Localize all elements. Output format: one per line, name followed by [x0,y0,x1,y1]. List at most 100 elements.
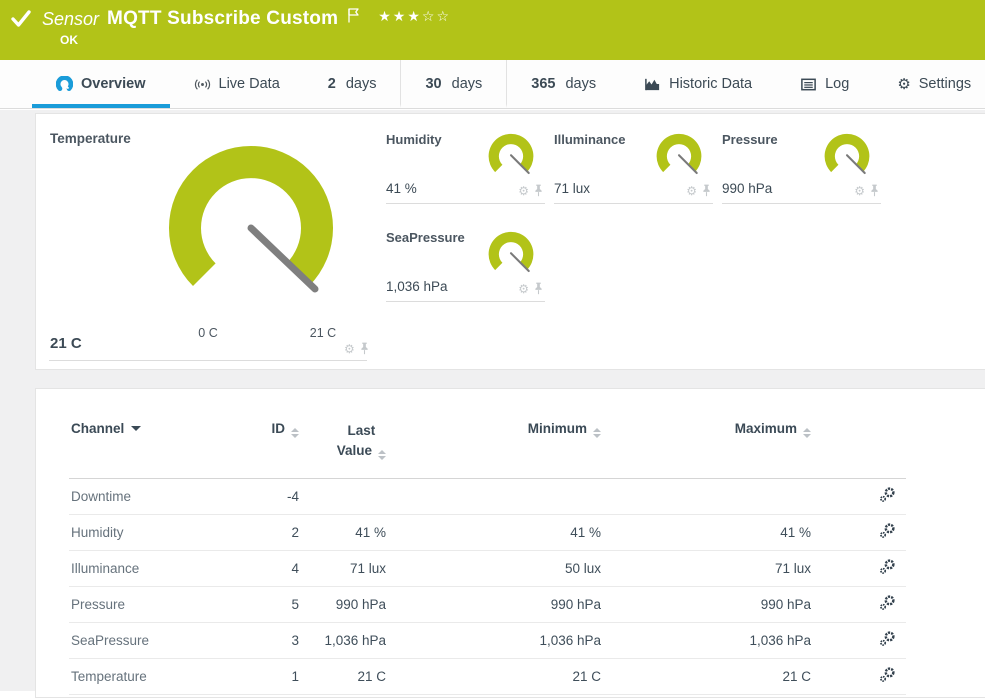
pin-icon[interactable] [870,184,879,197]
sort-icon [593,428,601,438]
tab-2-days[interactable]: 2 days [304,60,401,108]
channel-id-cell: 4 [216,550,301,586]
tab-label: Settings [919,76,971,92]
mini-gauge [819,131,875,187]
last-value-cell: 990 hPa [301,586,388,622]
channel-name-cell[interactable]: SeaPressure [69,622,216,658]
mini-gauge-value: 1,036 hPa [386,279,448,294]
mini-gauge-name: SeaPressure [386,230,465,245]
table-row[interactable]: Humidity 2 41 % 41 % 41 % [69,514,906,550]
mini-gauge [651,131,707,187]
tab-label: Overview [81,76,146,92]
tab-label: days [452,76,483,92]
page-title: MQTT Subscribe Custom [107,8,338,30]
last-value-cell: 1,036 hPa [301,622,388,658]
tab-30-days[interactable]: 30 days [400,60,506,108]
status-check-icon [10,8,32,30]
mini-gauge-panel: Illuminance 71 lux ⚙ [554,122,713,204]
tab-label: days [346,76,377,92]
tab-number: 2 [328,76,336,92]
channel-settings-gears-icon[interactable] [879,522,896,539]
tab-live-data[interactable]: Live Data [170,60,304,108]
maximum-cell: 41 % [603,514,813,550]
gauge-scale-min: 0 C [198,326,217,340]
channel-table-panel: Channel ID Last Value Minimum [35,388,985,698]
log-list-icon [800,76,817,93]
sort-icon [378,450,386,460]
minimum-cell [388,478,603,514]
channel-gear-icon[interactable]: ⚙ [518,283,529,295]
table-row[interactable]: Temperature 1 21 C 21 C 21 C [69,658,906,694]
channel-settings-gears-icon[interactable] [879,594,896,611]
sort-icon [291,428,299,438]
column-header-maximum[interactable]: Maximum [603,415,813,478]
channel-id-cell: 2 [216,514,301,550]
historic-chart-icon [644,76,661,93]
table-row[interactable]: SeaPressure 3 1,036 hPa 1,036 hPa 1,036 … [69,622,906,658]
priority-flag-icon[interactable] [348,8,360,23]
channel-settings-gears-icon[interactable] [879,558,896,575]
channel-name-cell[interactable]: Temperature [69,658,216,694]
mini-gauge [483,131,539,187]
gear-icon: ⚙ [897,77,910,92]
channel-id-cell: 5 [216,586,301,622]
gauge-icon [56,76,73,93]
column-header-channel[interactable]: Channel [69,415,216,478]
channel-gear-icon[interactable]: ⚙ [518,185,529,197]
pin-icon[interactable] [534,184,543,197]
channel-name-cell[interactable]: Pressure [69,586,216,622]
table-row[interactable]: Illuminance 4 71 lux 50 lux 71 lux [69,550,906,586]
last-value-cell: 41 % [301,514,388,550]
tab-bar: Overview Live Data 2 days 30 days 365 da… [0,60,985,109]
tab-number: 365 [531,76,555,92]
pin-icon[interactable] [360,342,369,355]
channel-settings-gears-icon[interactable] [879,666,896,683]
table-row[interactable]: Pressure 5 990 hPa 990 hPa 990 hPa [69,586,906,622]
tab-settings[interactable]: ⚙ Settings [873,60,985,108]
channel-gear-icon[interactable]: ⚙ [686,185,697,197]
channel-id-cell: 3 [216,622,301,658]
tab-label: days [565,76,596,92]
mini-gauge-panel: Humidity 41 % ⚙ [386,122,545,204]
channel-name-cell[interactable]: Downtime [69,478,216,514]
column-header-last-value[interactable]: Last Value [301,415,388,478]
temperature-gauge [149,130,354,330]
maximum-cell: 21 C [603,658,813,694]
minimum-cell: 41 % [388,514,603,550]
star-filled-icon[interactable]: ★ [393,8,408,24]
status-badge: OK [60,33,78,47]
channel-id-cell: -4 [216,478,301,514]
minimum-cell: 990 hPa [388,586,603,622]
star-filled-icon[interactable]: ★ [407,8,422,24]
column-header-actions [813,415,906,478]
star-empty-icon[interactable]: ☆ [422,8,437,24]
star-filled-icon[interactable]: ★ [378,8,393,24]
pin-icon[interactable] [702,184,711,197]
last-value-cell [301,478,388,514]
rating-stars[interactable]: ★★★☆☆ [378,8,451,25]
star-empty-icon[interactable]: ☆ [436,8,451,24]
table-row[interactable]: Downtime -4 [69,478,906,514]
object-type-label: Sensor [42,9,99,30]
sensor-header: Sensor MQTT Subscribe Custom ★★★☆☆ OK [0,0,985,60]
tab-historic-data[interactable]: Historic Data [620,60,776,108]
column-header-minimum[interactable]: Minimum [388,415,603,478]
mini-gauges: Humidity 41 % ⚙ Illuminance 71 lux ⚙ [386,122,946,302]
tab-label: Log [825,76,849,92]
pin-icon[interactable] [534,282,543,295]
channel-name-cell[interactable]: Humidity [69,514,216,550]
channel-gear-icon[interactable]: ⚙ [854,185,865,197]
minimum-cell: 21 C [388,658,603,694]
tab-label: Live Data [219,76,280,92]
channel-gear-icon[interactable]: ⚙ [344,343,355,355]
mini-gauge-name: Illuminance [554,132,626,147]
tab-overview[interactable]: Overview [32,60,170,108]
tab-log[interactable]: Log [776,60,873,108]
tab-365-days[interactable]: 365 days [506,60,620,108]
channel-settings-gears-icon[interactable] [879,630,896,647]
gauges-panel: Temperature 0 C 21 C 21 C ⚙ Humidity 41 … [35,113,985,370]
channel-name-cell[interactable]: Illuminance [69,550,216,586]
gauge-scale-max: 21 C [310,326,336,340]
channel-settings-gears-icon[interactable] [879,486,896,503]
column-header-id[interactable]: ID [216,415,301,478]
